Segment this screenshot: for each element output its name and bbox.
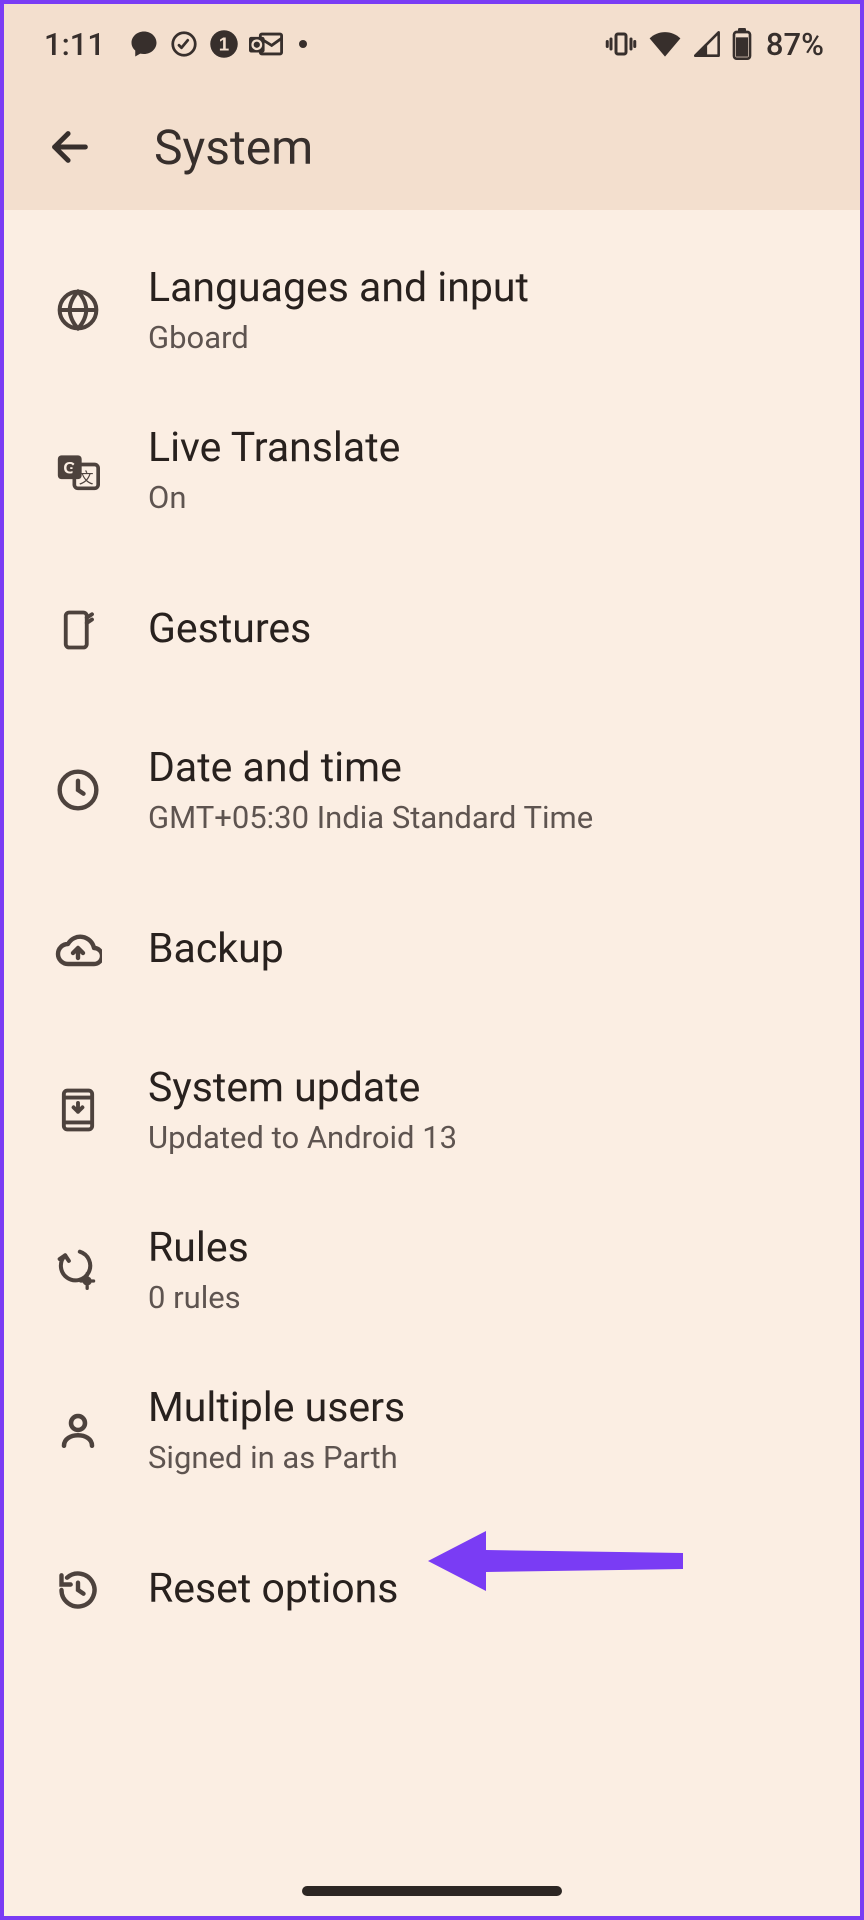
one-badge-icon: 1	[209, 29, 239, 59]
status-left-group: 1:11 1	[44, 26, 307, 63]
chat-notification-icon	[129, 29, 159, 59]
settings-list: Languages and input Gboard G文 Live Trans…	[4, 210, 860, 1710]
item-title: Reset options	[148, 1566, 398, 1613]
navigation-handle[interactable]	[302, 1886, 562, 1896]
translate-icon: G文	[48, 440, 108, 500]
gesture-icon	[48, 600, 108, 660]
item-languages-and-input[interactable]: Languages and input Gboard	[4, 230, 860, 390]
person-icon	[48, 1400, 108, 1460]
back-button[interactable]	[40, 117, 100, 177]
status-clock: 1:11	[44, 26, 105, 63]
item-subtitle: GMT+05:30 India Standard Time	[148, 800, 593, 836]
item-title: Languages and input	[148, 265, 529, 312]
app-bar: System	[4, 84, 860, 210]
battery-percentage: 87%	[766, 26, 824, 63]
item-subtitle: Updated to Android 13	[148, 1120, 457, 1156]
item-title: Backup	[148, 926, 284, 973]
status-right-group: 87%	[604, 26, 824, 63]
history-reset-icon	[48, 1560, 108, 1620]
item-live-translate[interactable]: G文 Live Translate On	[4, 390, 860, 550]
arrow-left-icon	[47, 124, 93, 170]
outlook-notification-icon	[249, 29, 283, 59]
system-update-icon	[48, 1080, 108, 1140]
item-system-update[interactable]: System update Updated to Android 13	[4, 1030, 860, 1190]
item-title: Rules	[148, 1225, 249, 1272]
vibrate-icon	[604, 29, 638, 59]
svg-text:1: 1	[219, 33, 229, 54]
globe-icon	[48, 280, 108, 340]
cloud-check-icon	[169, 29, 199, 59]
item-subtitle: On	[148, 480, 400, 516]
item-subtitle: Gboard	[148, 320, 529, 356]
item-reset-options[interactable]: Reset options	[4, 1510, 860, 1670]
item-rules[interactable]: Rules 0 rules	[4, 1190, 860, 1350]
page-title: System	[154, 119, 313, 176]
clock-icon	[48, 760, 108, 820]
item-title: Gestures	[148, 606, 311, 653]
wifi-icon	[648, 30, 682, 58]
item-subtitle: Signed in as Parth	[148, 1440, 405, 1476]
item-multiple-users[interactable]: Multiple users Signed in as Parth	[4, 1350, 860, 1510]
svg-text:文: 文	[79, 470, 94, 487]
item-date-and-time[interactable]: Date and time GMT+05:30 India Standard T…	[4, 710, 860, 870]
more-notifications-dot	[299, 40, 307, 48]
cellular-signal-icon	[692, 30, 722, 58]
item-subtitle: 0 rules	[148, 1280, 249, 1316]
item-backup[interactable]: Backup	[4, 870, 860, 1030]
item-title: Date and time	[148, 745, 593, 792]
item-title: Multiple users	[148, 1385, 405, 1432]
item-title: System update	[148, 1065, 457, 1112]
item-title: Live Translate	[148, 425, 400, 472]
cloud-upload-icon	[48, 920, 108, 980]
status-bar: 1:11 1 87%	[4, 4, 860, 84]
rules-icon	[48, 1240, 108, 1300]
battery-icon	[732, 28, 752, 60]
item-gestures[interactable]: Gestures	[4, 550, 860, 710]
